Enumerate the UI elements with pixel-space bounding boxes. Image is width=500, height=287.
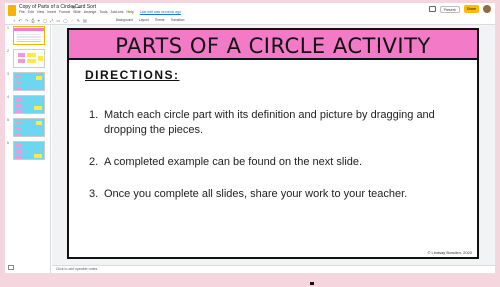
step-number: 2. bbox=[89, 156, 99, 168]
thumbnail-card bbox=[18, 59, 25, 63]
thumbnail-card bbox=[16, 87, 22, 90]
menu-view[interactable]: View bbox=[37, 10, 45, 14]
comment-icon[interactable] bbox=[428, 6, 436, 12]
toolbar-icons[interactable]: + ↶ ↷ ⎙ ⌖ ▢ ⤢ ▭ ◯ ⟋ ✎ ▤ bbox=[13, 18, 88, 23]
thumbnail-card bbox=[18, 53, 25, 57]
header-actions: Present Share bbox=[428, 5, 491, 13]
menu-bar: File Edit View Insert Format Slide Arran… bbox=[19, 10, 181, 14]
speaker-notes[interactable]: Click to add speaker notes bbox=[52, 265, 495, 273]
copyright-credit: © Lindsay Bowden, 2020 bbox=[427, 250, 472, 255]
cursor-marker-icon bbox=[310, 282, 314, 285]
thumbnail-card bbox=[16, 156, 22, 159]
menu-insert[interactable]: Insert bbox=[47, 10, 56, 14]
thumbnail-card bbox=[34, 106, 42, 110]
step-text: Once you complete all slides, share your… bbox=[104, 188, 408, 200]
menu-format[interactable]: Format bbox=[59, 10, 70, 14]
directions-heading[interactable]: DIRECTIONS: bbox=[85, 68, 180, 82]
slide-thumbnail[interactable] bbox=[13, 95, 45, 114]
slides-window: Copy of Parts of a Circle Card Sort ☆ ▣ … bbox=[5, 3, 495, 273]
slide-thumbnail[interactable] bbox=[13, 141, 45, 160]
thumbnail-title-band bbox=[14, 28, 44, 31]
star-move-icons[interactable]: ☆ ▣ ☁ bbox=[67, 4, 81, 9]
direction-step[interactable]: 2. A completed example can be found on t… bbox=[89, 155, 459, 170]
thumbnail-card bbox=[27, 53, 36, 57]
slide-filmstrip: 1 2 3 4 5 6 bbox=[5, 25, 51, 273]
thumbnail-card bbox=[16, 127, 22, 130]
thumbnail-card bbox=[36, 121, 42, 125]
toolbar-slide-buttons: Background Layout Theme Transition bbox=[115, 18, 185, 22]
menu-tools[interactable]: Tools bbox=[99, 10, 107, 14]
slide-thumbnail[interactable] bbox=[13, 118, 45, 137]
thumbnail-card bbox=[16, 144, 22, 147]
step-number: 3. bbox=[89, 188, 99, 200]
slide-title[interactable]: PARTS OF A CIRCLE ACTIVITY bbox=[69, 34, 477, 58]
background-bottom bbox=[0, 273, 500, 287]
menu-addons[interactable]: Add-ons bbox=[110, 10, 123, 14]
direction-step[interactable]: 3. Once you complete all slides, share y… bbox=[89, 187, 459, 202]
slide-title-band: PARTS OF A CIRCLE ACTIVITY bbox=[69, 30, 477, 60]
slide-canvas: PARTS OF A CIRCLE ACTIVITY DIRECTIONS: 1… bbox=[52, 25, 495, 265]
thumbnail-card bbox=[16, 133, 22, 136]
speaker-notes-placeholder: Click to add speaker notes bbox=[56, 267, 98, 271]
menu-edit[interactable]: Edit bbox=[28, 10, 34, 14]
background-right bbox=[495, 0, 500, 287]
layout-button[interactable]: Layout bbox=[138, 18, 150, 22]
grid-view-icon[interactable] bbox=[8, 265, 14, 270]
menu-slide[interactable]: Slide bbox=[73, 10, 81, 14]
thumbnail-card bbox=[36, 76, 42, 80]
avatar[interactable] bbox=[483, 5, 491, 13]
step-text: Match each circle part with its definiti… bbox=[104, 109, 435, 136]
filmstrip-item[interactable]: 1 bbox=[7, 26, 45, 45]
menu-file[interactable]: File bbox=[19, 10, 25, 14]
menu-help[interactable]: Help bbox=[127, 10, 134, 14]
theme-button[interactable]: Theme bbox=[154, 18, 166, 22]
thumbnail-card bbox=[34, 154, 42, 158]
filmstrip-item[interactable]: 5 bbox=[7, 118, 45, 137]
direction-step[interactable]: 1. Match each circle part with its defin… bbox=[89, 108, 459, 138]
thumbnail-card bbox=[16, 150, 22, 153]
filmstrip-item[interactable]: 2 bbox=[7, 49, 45, 68]
slide-thumbnail[interactable] bbox=[13, 26, 45, 45]
step-number: 1. bbox=[89, 109, 99, 121]
step-text: A completed example can be found on the … bbox=[104, 156, 363, 168]
filmstrip-item[interactable]: 4 bbox=[7, 95, 45, 114]
thumbnail-card bbox=[27, 59, 36, 63]
thumbnail-card bbox=[16, 75, 22, 78]
toolbar: + ↶ ↷ ⎙ ⌖ ▢ ⤢ ▭ ◯ ⟋ ✎ ▤ Background Layou… bbox=[5, 17, 495, 25]
thumbnail-card bbox=[16, 104, 22, 107]
background-button[interactable]: Background bbox=[115, 18, 134, 22]
thumbnail-card bbox=[16, 81, 22, 84]
filmstrip-item[interactable]: 6 bbox=[7, 141, 45, 160]
slide-thumbnail[interactable] bbox=[13, 49, 45, 68]
present-button[interactable]: Present bbox=[439, 5, 460, 13]
thumbnail-card bbox=[38, 56, 43, 61]
thumbnail-text-lines bbox=[17, 33, 41, 43]
share-button[interactable]: Share bbox=[463, 5, 479, 13]
menu-arrange[interactable]: Arrange bbox=[84, 10, 96, 14]
current-slide[interactable]: PARTS OF A CIRCLE ACTIVITY DIRECTIONS: 1… bbox=[67, 28, 479, 259]
transition-button[interactable]: Transition bbox=[170, 18, 186, 22]
thumbnail-card bbox=[16, 98, 22, 101]
thumbnail-card bbox=[16, 121, 22, 124]
last-edit-link[interactable]: Last edit was seconds ago bbox=[140, 10, 181, 14]
filmstrip-item[interactable]: 3 bbox=[7, 72, 45, 91]
slides-logo-icon[interactable] bbox=[8, 5, 16, 16]
thumbnail-card bbox=[16, 110, 22, 113]
slide-thumbnail[interactable] bbox=[13, 72, 45, 91]
